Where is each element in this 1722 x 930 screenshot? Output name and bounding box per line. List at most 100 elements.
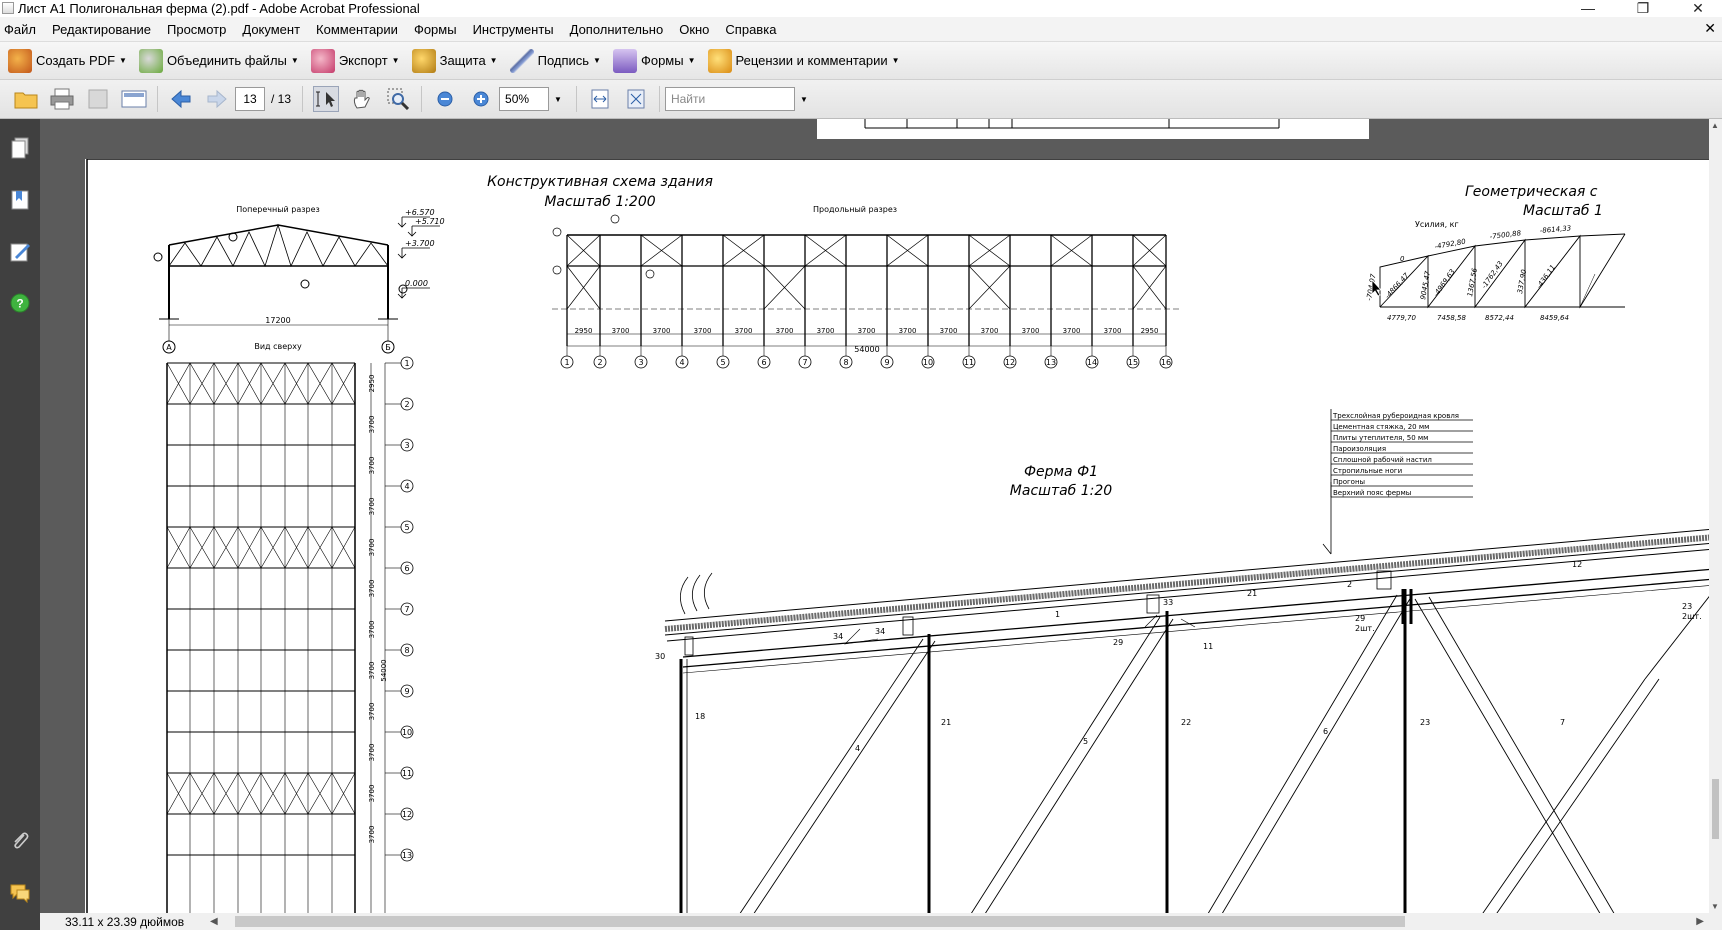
scroll-down-icon[interactable]: ▼ — [1711, 902, 1719, 911]
scroll-left-icon[interactable]: ◀ — [210, 916, 218, 927]
long-axis-label: 6 — [761, 358, 766, 367]
signatures-panel-icon[interactable] — [9, 241, 31, 263]
long-wall-bracing — [566, 265, 601, 310]
roof-layer-label: Трехслойная рубероидная кровля — [1332, 412, 1459, 420]
long-span-dim: 3700 — [694, 327, 712, 335]
menu-file[interactable]: Файл — [0, 22, 44, 37]
menu-comments[interactable]: Комментарии — [308, 22, 406, 37]
geo-truss-diagram — [1379, 233, 1626, 309]
geo-bottom-force: 4779,70 — [1387, 314, 1416, 322]
top-bracing — [213, 526, 239, 569]
document-view[interactable]: Конструктивная схема здания Масштаб 1:20… — [40, 119, 1709, 913]
menu-document[interactable]: Документ — [234, 22, 308, 37]
tasks-toolbar: Создать PDF ▼ Объединить файлы ▼ Экспорт ▼ … — [0, 41, 1722, 79]
select-text-tool-icon[interactable] — [313, 86, 340, 112]
export-button[interactable]: Экспорт ▼ — [307, 45, 408, 77]
truss-mark: 21 — [941, 718, 951, 727]
document-close-button[interactable]: ✕ — [1704, 20, 1716, 37]
vertical-scroll-thumb[interactable] — [1712, 779, 1719, 839]
geo-diag-force: -4866,47 — [1384, 271, 1411, 300]
bookmarks-panel-icon[interactable] — [9, 189, 31, 211]
help-icon[interactable]: ? — [9, 292, 31, 314]
page-number-input[interactable]: 13 — [235, 87, 265, 111]
geo-diag-force: 9045,47 — [1419, 270, 1432, 300]
long-span-dim: 3700 — [735, 327, 753, 335]
long-span-dim: 3700 — [899, 327, 917, 335]
menu-window[interactable]: Окно — [671, 22, 717, 37]
chevron-down-icon: ▼ — [391, 56, 400, 65]
top-span-dim: 3700 — [368, 662, 376, 680]
chevron-down-icon[interactable]: ▼ — [554, 95, 562, 104]
save-icon[interactable] — [85, 86, 111, 112]
menu-advanced[interactable]: Дополнительно — [562, 22, 672, 37]
menu-tools[interactable]: Инструменты — [465, 22, 562, 37]
top-bracing — [284, 772, 309, 815]
zoom-out-icon[interactable] — [432, 86, 458, 112]
acrobat-app-icon — [2, 2, 14, 14]
geo-forces-label: Усилия, кг — [1415, 220, 1459, 229]
create-pdf-button[interactable]: Создать PDF ▼ — [4, 45, 135, 77]
top-axis-label: 3 — [404, 441, 409, 450]
close-button[interactable]: ✕ — [1675, 0, 1721, 16]
geo-top-force: -8614,33 — [1539, 224, 1571, 235]
find-input[interactable]: Найти — [664, 87, 795, 111]
page-dimensions: 33.11 x 23.39 дюймов — [65, 914, 185, 929]
toolbar-separator — [575, 86, 577, 112]
scroll-up-icon[interactable]: ▲ — [1711, 121, 1719, 130]
long-mark-bubble — [552, 265, 562, 275]
long-span-dim: 3700 — [1063, 327, 1081, 335]
long-span-dim: 2950 — [575, 327, 593, 335]
top-bracing — [189, 772, 215, 815]
menu-view[interactable]: Просмотр — [159, 22, 234, 37]
comments-panel-icon[interactable] — [9, 882, 31, 904]
geo-title: Геометрическая с — [1465, 184, 1598, 200]
hand-tool-icon[interactable] — [349, 86, 375, 112]
combine-files-button[interactable]: Объединить файлы ▼ — [135, 45, 307, 77]
attachments-panel-icon[interactable] — [9, 830, 31, 852]
minimize-button[interactable]: — — [1565, 0, 1611, 16]
zoom-marquee-icon[interactable] — [385, 86, 411, 112]
email-icon[interactable] — [121, 86, 147, 112]
top-span-dim: 3700 — [368, 539, 376, 557]
review-comment-button[interactable]: Рецензии и комментарии ▼ — [704, 45, 908, 77]
maximize-button[interactable]: ❐ — [1620, 0, 1666, 16]
fit-page-icon[interactable] — [623, 86, 649, 112]
export-label: Экспорт — [338, 53, 388, 68]
geo-bottom-force: 7458,58 — [1437, 314, 1466, 322]
long-axis-label: 11 — [964, 358, 974, 367]
vertical-scrollbar[interactable]: ▲ ▼ — [1709, 119, 1722, 913]
long-axis-label: 13 — [1046, 358, 1056, 367]
print-icon[interactable] — [49, 86, 75, 112]
long-axis-label: 16 — [1161, 358, 1171, 367]
truss-mark: 2шт. — [1355, 624, 1375, 633]
menu-help[interactable]: Справка — [717, 22, 784, 37]
pages-panel-icon[interactable] — [9, 137, 31, 159]
top-total-dim: 54000 — [380, 659, 388, 681]
forms-button[interactable]: Формы ▼ — [609, 45, 704, 77]
chevron-down-icon[interactable]: ▼ — [800, 95, 808, 104]
menu-forms[interactable]: Формы — [406, 22, 465, 37]
next-page-icon[interactable] — [204, 86, 230, 112]
zoom-level-input[interactable]: 50% — [499, 87, 550, 111]
page-total-label: / 13 — [271, 92, 292, 106]
zoom-in-icon[interactable] — [468, 86, 494, 112]
scroll-right-icon[interactable]: ▶ — [1696, 916, 1704, 927]
horizontal-scroll-thumb[interactable] — [235, 916, 1405, 927]
open-folder-icon[interactable] — [13, 86, 39, 112]
long-axis-label: 3 — [638, 358, 643, 367]
sign-button[interactable]: Подпись ▼ — [506, 45, 609, 77]
construction-drawing: Конструктивная схема здания Масштаб 1:20… — [86, 158, 1709, 913]
menu-edit[interactable]: Редактирование — [44, 22, 159, 37]
secure-label: Защита — [439, 53, 486, 68]
chevron-down-icon: ▼ — [593, 56, 601, 65]
forms-label: Формы — [640, 53, 684, 68]
secure-button[interactable]: Защита ▼ — [408, 45, 506, 77]
long-span-dim: 3700 — [776, 327, 794, 335]
top-bracing — [237, 526, 262, 569]
previous-page-icon[interactable] — [168, 86, 194, 112]
fit-width-icon[interactable] — [587, 86, 613, 112]
top-span-dim: 3700 — [368, 826, 376, 844]
create-pdf-label: Создать PDF — [36, 53, 116, 68]
top-bracing — [331, 362, 356, 405]
long-axis-label: 5 — [720, 358, 725, 367]
